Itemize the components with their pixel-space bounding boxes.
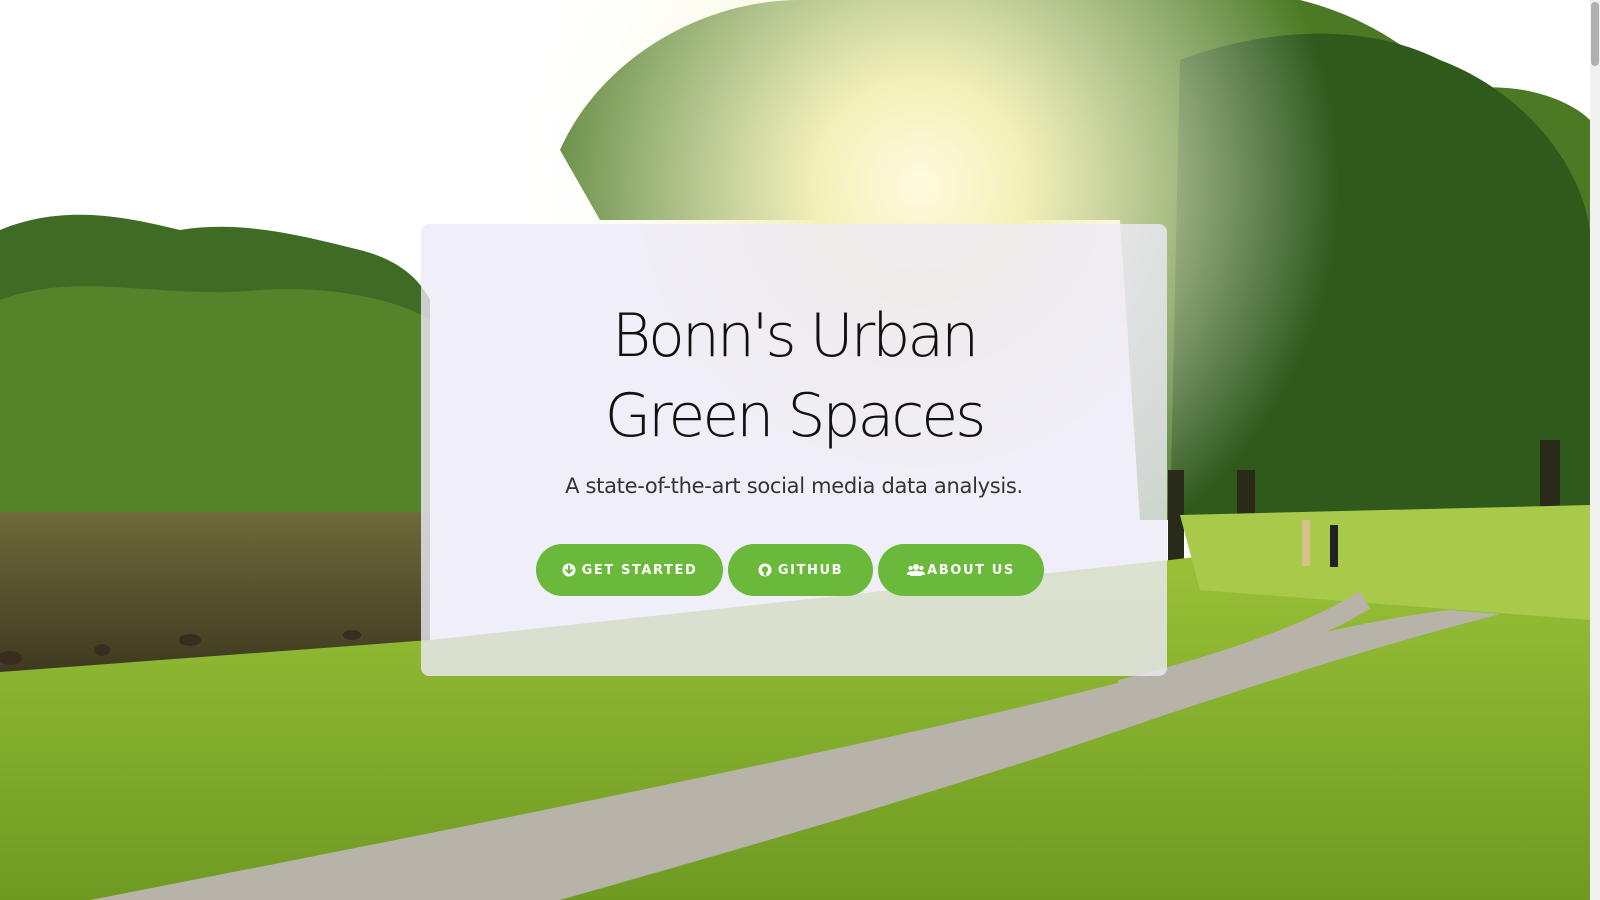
github-button[interactable]: GITHUB bbox=[728, 544, 873, 596]
github-icon bbox=[758, 563, 772, 577]
page-title: Bonn's Urban Green Spaces bbox=[604, 301, 987, 451]
hero-subtitle: A state-of-the-art social media data ana… bbox=[565, 474, 1023, 498]
get-started-button[interactable]: GET STARTED bbox=[536, 544, 723, 596]
vertical-scrollbar[interactable] bbox=[1590, 0, 1600, 900]
arrow-circle-down-icon bbox=[562, 563, 576, 577]
github-label: GITHUB bbox=[777, 562, 844, 578]
about-us-label: ABOUT US bbox=[927, 562, 1015, 578]
users-icon bbox=[907, 563, 926, 577]
hero-button-group: GET STARTED GITHUB ABOUT US bbox=[421, 544, 1167, 596]
get-started-label: GET STARTED bbox=[581, 562, 698, 578]
about-us-button[interactable]: ABOUT US bbox=[878, 544, 1044, 596]
hero-card: Bonn's Urban Green Spaces A state-of-the… bbox=[421, 224, 1167, 676]
scrollbar-thumb[interactable] bbox=[1591, 2, 1599, 66]
